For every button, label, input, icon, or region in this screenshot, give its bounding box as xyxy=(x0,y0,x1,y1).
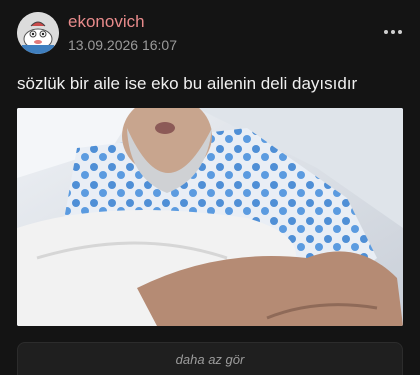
more-dots-icon[interactable] xyxy=(383,26,403,38)
dot xyxy=(384,30,388,34)
post-card: ekonovich 13.09.2026 16:07 sözlük bir ai… xyxy=(0,0,420,375)
avatar[interactable] xyxy=(17,12,59,54)
post-photo[interactable] xyxy=(17,108,403,326)
show-less-label: daha az gör xyxy=(175,351,245,367)
dot xyxy=(391,30,395,34)
post-text: sözlük bir aile ise eko bu ailenin deli … xyxy=(17,74,358,93)
dot xyxy=(398,30,402,34)
show-less-button[interactable]: daha az gör xyxy=(17,342,403,375)
author-name[interactable]: ekonovich xyxy=(68,12,145,32)
post-timestamp[interactable]: 13.09.2026 16:07 xyxy=(68,36,177,54)
